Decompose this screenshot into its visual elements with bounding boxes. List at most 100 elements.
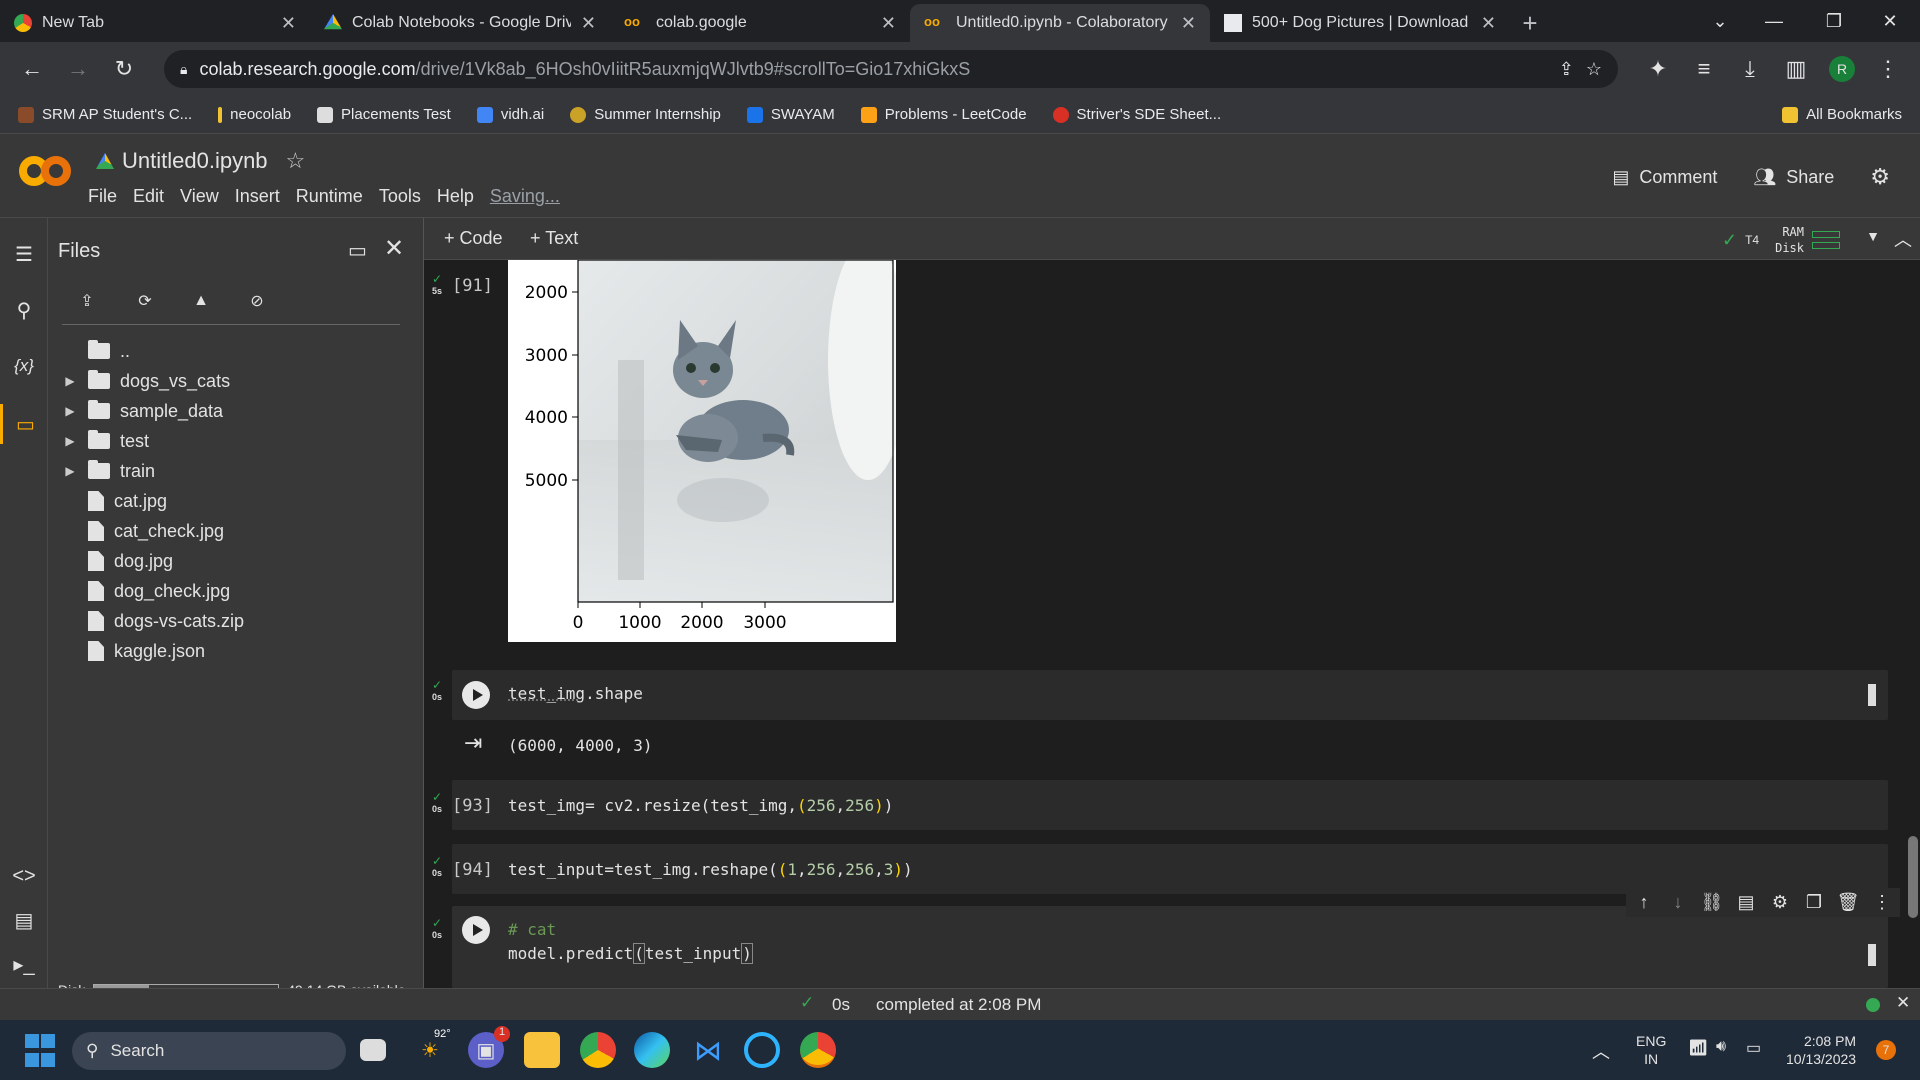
- collapse-header-icon[interactable]: ︿: [1894, 226, 1912, 252]
- code-cell-91[interactable]: ✓ 5s [91] 2000 3000 4000 5000 0 1000 200…: [424, 260, 1904, 650]
- runtime-resources[interactable]: ✓ T4 RAM Disk: [1722, 224, 1840, 256]
- tab-colab-notebooks-drive[interactable]: Colab Notebooks - Google Driv ✕: [310, 4, 610, 42]
- volume-icon[interactable]: 🔊︎: [1716, 1038, 1726, 1056]
- file-row[interactable]: dog_check.jpg: [62, 576, 412, 606]
- code-editor[interactable]: test_img.shape: [452, 670, 1888, 720]
- star-icon[interactable]: ☆: [286, 148, 306, 174]
- mount-drive-icon[interactable]: ▲: [184, 284, 218, 318]
- teams-icon[interactable]: ▣ 1: [468, 1026, 510, 1068]
- file-row[interactable]: kaggle.json: [62, 636, 412, 666]
- bookmark-star-icon[interactable]: ☆: [1586, 59, 1602, 80]
- comment-button[interactable]: ▤ Comment: [1612, 167, 1717, 188]
- notebook-scrollbar[interactable]: [1904, 260, 1920, 988]
- code-cell-93[interactable]: ✓ 0s [93] test_img= cv2.resize(test_img,(…: [424, 780, 1904, 830]
- bookmark-summer-internship[interactable]: Summer Internship: [570, 106, 721, 123]
- bookmark-vidhai[interactable]: vidh.ai: [476, 106, 544, 123]
- code-cell-shape[interactable]: ✓ 0s test_img.shape ⇥ (6000, 4000, 3): [424, 670, 1904, 760]
- mirror-cell-icon[interactable]: ❐: [1802, 892, 1826, 913]
- code-snippets-icon[interactable]: <>: [0, 856, 48, 896]
- close-tab-icon[interactable]: ✕: [881, 13, 896, 34]
- hide-files-icon[interactable]: ⊘: [240, 284, 274, 318]
- command-palette-icon[interactable]: ▤: [0, 900, 48, 940]
- menu-tools[interactable]: Tools: [379, 186, 421, 207]
- search-icon[interactable]: ⚲: [0, 290, 48, 330]
- bookmark-swayam[interactable]: SWAYAM: [746, 106, 835, 123]
- file-row-folder[interactable]: ▶ train: [62, 456, 412, 486]
- expand-caret-icon[interactable]: ▶: [62, 464, 78, 478]
- chrome-icon[interactable]: [580, 1032, 616, 1068]
- chrome-profile-icon[interactable]: [800, 1032, 836, 1068]
- saving-status[interactable]: Saving...: [490, 186, 560, 207]
- clock[interactable]: 2:08 PM 10/13/2023: [1786, 1032, 1856, 1068]
- more-options-icon[interactable]: ⋮: [1870, 892, 1894, 913]
- url-bar[interactable]: 🔒︎ colab.research.google.com/drive/1Vk8a…: [164, 50, 1618, 88]
- refresh-folder-icon[interactable]: ⟳: [128, 284, 162, 318]
- back-button[interactable]: ←: [12, 49, 52, 89]
- bookmark-placements[interactable]: Placements Test: [317, 106, 451, 123]
- terminal-icon[interactable]: ▸_: [0, 944, 48, 984]
- minimize-button[interactable]: —: [1746, 0, 1802, 42]
- wifi-icon[interactable]: 📶︎: [1688, 1038, 1708, 1058]
- delete-icon[interactable]: 🗑︎: [1836, 892, 1860, 913]
- upload-file-icon[interactable]: ⇪: [70, 284, 104, 318]
- chrome-menu-icon[interactable]: ⋮: [1868, 49, 1908, 89]
- output-icon[interactable]: ⇥: [464, 730, 482, 756]
- edge-icon[interactable]: [634, 1032, 670, 1068]
- close-panel-icon[interactable]: ✕: [384, 234, 404, 263]
- notebook-title[interactable]: Untitled0.ipynb: [122, 148, 268, 174]
- cell-settings-icon[interactable]: ⚙: [1768, 892, 1792, 913]
- variables-icon[interactable]: {x}: [0, 346, 48, 386]
- cortana-icon[interactable]: [744, 1032, 780, 1068]
- status-text[interactable]: completed at 2:08 PM: [876, 995, 1041, 1015]
- menu-help[interactable]: Help: [437, 186, 474, 207]
- add-code-button[interactable]: + Code: [444, 228, 503, 249]
- file-row-folder[interactable]: ▶ dogs_vs_cats: [62, 366, 412, 396]
- menu-view[interactable]: View: [180, 186, 219, 207]
- new-tab-button[interactable]: +: [1510, 4, 1550, 42]
- code-editor[interactable]: # cat model.predict(test_input): [452, 906, 1888, 988]
- weather-icon[interactable]: ☀ 92°: [412, 1028, 451, 1068]
- code-cell-predict[interactable]: ✓ 0s # cat model.predict(test_input): [424, 906, 1904, 988]
- expand-caret-icon[interactable]: ▶: [62, 374, 78, 388]
- bookmark-srm[interactable]: SRM AP Student's C...: [18, 106, 192, 123]
- file-row[interactable]: dog.jpg: [62, 546, 412, 576]
- vscode-icon[interactable]: ⋈: [690, 1032, 726, 1068]
- add-text-button[interactable]: + Text: [530, 228, 578, 249]
- forward-button[interactable]: →: [58, 49, 98, 89]
- download-icon[interactable]: ⤓: [1730, 49, 1770, 89]
- toc-icon[interactable]: ☰: [0, 234, 48, 274]
- file-row-folder[interactable]: ▶ sample_data: [62, 396, 412, 426]
- settings-icon[interactable]: ⚙: [1870, 164, 1890, 190]
- share-button[interactable]: 👥︎ Share: [1753, 167, 1834, 188]
- file-explorer-icon[interactable]: [524, 1032, 560, 1068]
- open-in-tab-icon[interactable]: ▭: [348, 238, 367, 263]
- language-indicator[interactable]: ENG IN: [1636, 1032, 1666, 1068]
- task-view-icon[interactable]: [360, 1039, 386, 1061]
- tab-untitled0-colab[interactable]: oo Untitled0.ipynb - Colaboratory ✕: [910, 4, 1210, 42]
- move-down-icon[interactable]: ↓: [1666, 892, 1690, 913]
- file-row[interactable]: dogs-vs-cats.zip: [62, 606, 412, 636]
- tab-search-chevron-icon[interactable]: ⌄: [1692, 0, 1748, 42]
- colab-logo[interactable]: [18, 154, 72, 188]
- close-tab-icon[interactable]: ✕: [1481, 13, 1496, 34]
- menu-file[interactable]: File: [88, 186, 117, 207]
- expand-caret-icon[interactable]: ▶: [62, 404, 78, 418]
- tab-colab-google[interactable]: oo colab.google ✕: [610, 4, 910, 42]
- menu-insert[interactable]: Insert: [235, 186, 280, 207]
- close-tab-icon[interactable]: ✕: [1181, 13, 1196, 34]
- menu-runtime[interactable]: Runtime: [296, 186, 363, 207]
- extensions-icon[interactable]: ✦: [1638, 49, 1678, 89]
- run-cell-button[interactable]: [462, 916, 490, 944]
- file-row-parent[interactable]: ..: [62, 336, 412, 366]
- tab-dog-pictures[interactable]: 500+ Dog Pictures | Download F ✕: [1210, 4, 1510, 42]
- bookmark-striver[interactable]: Striver's SDE Sheet...: [1052, 106, 1221, 123]
- close-tab-icon[interactable]: ✕: [581, 13, 596, 34]
- run-cell-button[interactable]: [462, 681, 490, 709]
- restore-button[interactable]: ❐: [1806, 0, 1862, 42]
- close-status-icon[interactable]: ✕: [1896, 993, 1910, 1013]
- close-window-button[interactable]: ✕: [1862, 0, 1918, 42]
- share-page-icon[interactable]: ⇪: [1559, 59, 1574, 80]
- file-row-folder[interactable]: ▶ test: [62, 426, 412, 456]
- file-row[interactable]: cat.jpg: [62, 486, 412, 516]
- expand-caret-icon[interactable]: ▶: [62, 434, 78, 448]
